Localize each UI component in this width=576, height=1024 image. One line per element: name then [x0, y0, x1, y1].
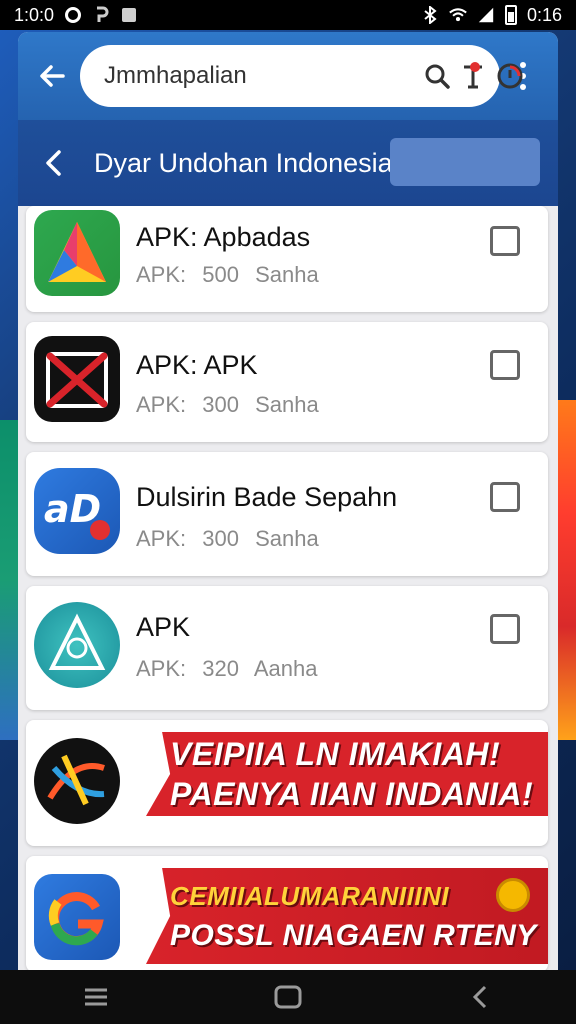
status-time-right: 0:16 [526, 4, 562, 25]
app-meta: APK: 320 Aanha [136, 656, 318, 681]
status-time-left: 1:0:0 [14, 4, 55, 25]
app-icon-google [34, 874, 120, 960]
app-meta: APK: 300 Sanha [136, 526, 319, 551]
menu-icon [85, 988, 107, 1006]
chevron-left-icon [46, 150, 61, 176]
promo-card[interactable]: CEMIIALUMARANIIINI POSSL NIAGAEN RTENY [26, 856, 548, 972]
app-icon-triangle [34, 210, 120, 296]
battery-icon [504, 5, 517, 25]
search-input[interactable] [104, 62, 414, 90]
list-item[interactable]: APK APK: 320 Aanha [26, 586, 548, 710]
sub-back-button[interactable] [32, 141, 76, 185]
promo-line-1: VEIPIIA LN IMAKIAH! [170, 736, 501, 772]
list-item[interactable]: aD Dulsirin Bade Sepahn APK: 300 Sanha [26, 452, 548, 576]
notification-dot [470, 62, 480, 72]
bluetooth-icon [421, 6, 439, 24]
recents-button[interactable] [71, 977, 121, 1017]
page-title: Dyar Undohan Indonesia [94, 147, 393, 178]
status-bar: 1:0:0 0:16 [0, 0, 576, 30]
app-title: APK: Apbadas [136, 222, 311, 252]
share-button[interactable] [460, 56, 486, 96]
arrow-back-icon [40, 65, 65, 87]
select-checkbox[interactable] [490, 350, 520, 380]
record-icon [497, 63, 523, 89]
app-title: Dulsirin Bade Sepahn [136, 482, 398, 512]
coin-icon [496, 878, 530, 912]
app-title: APK [136, 612, 191, 642]
navigation-bar [0, 970, 576, 1024]
app-meta: APK: 300 Sanha [136, 392, 319, 417]
app-title: APK: APK [136, 350, 258, 380]
header-action-button[interactable] [390, 138, 540, 186]
promo-banner[interactable]: CEMIIALUMARANIIINI POSSL NIAGAEN RTENY [146, 868, 548, 964]
app-icon-teal [34, 602, 120, 688]
status-right: 0:16 [421, 5, 562, 26]
wifi-icon [449, 6, 467, 24]
record-button[interactable] [496, 56, 524, 96]
search-bar[interactable] [80, 45, 523, 107]
promo-line-2: POSSL NIAGAEN RTENY [170, 919, 537, 952]
back-button[interactable] [455, 977, 505, 1017]
app-list: APK: Apbadas APK: 500 Sanha APK: APK APK… [18, 206, 558, 972]
app-window: Dyar Undohan Indonesia APK: Apbadas APK:… [18, 32, 558, 972]
promo-line-1: CEMIIALUMARANIIINI [170, 881, 450, 911]
select-checkbox[interactable] [490, 482, 520, 512]
sub-header: Dyar Undohan Indonesia [18, 120, 558, 206]
signal-icon [477, 6, 495, 24]
app-icon-promo [34, 738, 120, 824]
home-button[interactable] [263, 977, 313, 1017]
app-icon-cancel [34, 336, 120, 422]
app-meta: APK: 500 Sanha [136, 262, 319, 287]
list-item[interactable]: APK: APK APK: 300 Sanha [26, 322, 548, 442]
select-checkbox[interactable] [490, 614, 520, 644]
search-icon [425, 64, 450, 89]
promo-card[interactable]: VEIPIIA LN IMAKIAH! PAENYA IIAN INDANIA! [26, 720, 548, 846]
notification-circle-icon [64, 6, 82, 24]
home-icon [274, 985, 302, 1009]
search-button[interactable] [424, 56, 450, 96]
select-checkbox[interactable] [490, 226, 520, 256]
app-icon-ad: aD [34, 468, 120, 554]
promo-line-2: PAENYA IIAN INDANIA! [170, 776, 534, 812]
list-item[interactable]: APK: Apbadas APK: 500 Sanha [26, 206, 548, 312]
status-left: 1:0:0 [14, 5, 138, 26]
arrow-back-button[interactable] [30, 54, 74, 98]
promo-banner[interactable]: VEIPIIA LN IMAKIAH! PAENYA IIAN INDANIA! [146, 732, 548, 816]
search-header [18, 32, 558, 120]
back-icon [472, 985, 487, 1009]
notification-image-icon [120, 6, 138, 24]
notification-app-icon [92, 6, 110, 24]
